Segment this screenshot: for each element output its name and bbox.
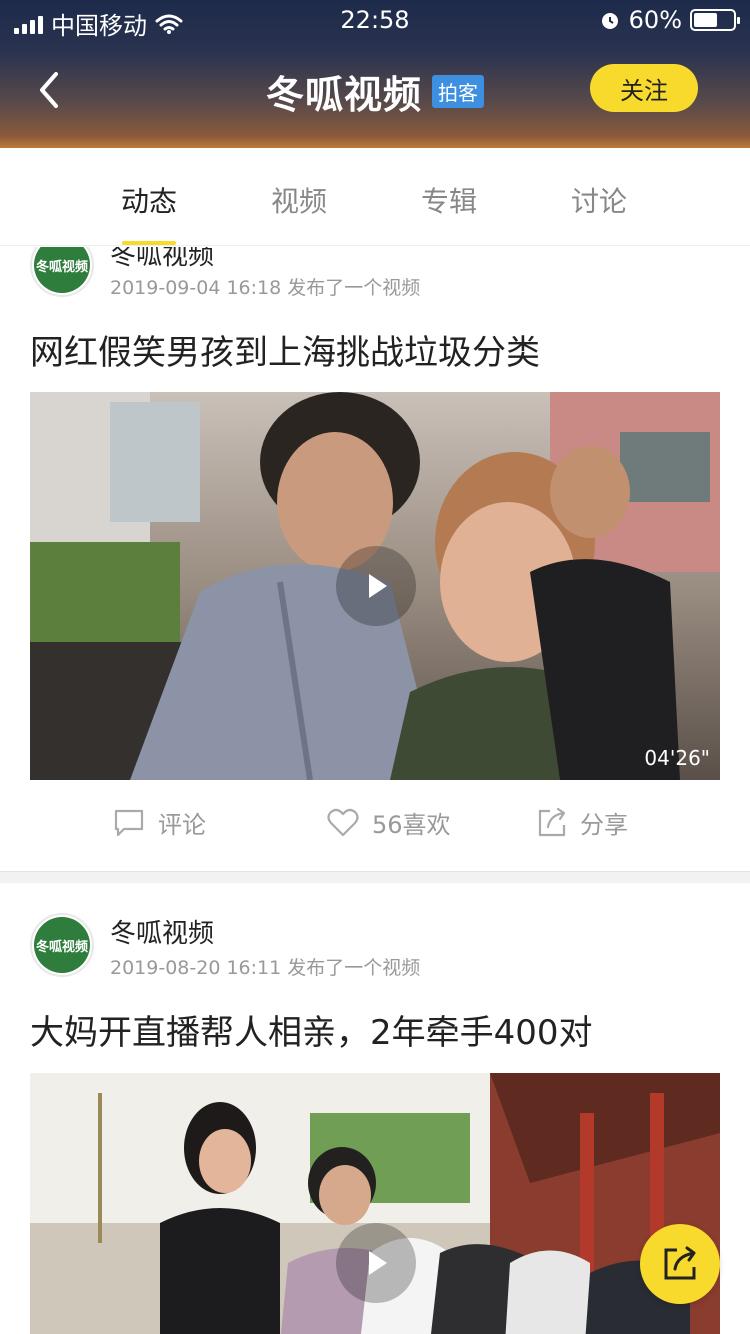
- author-name[interactable]: 冬呱视频: [110, 913, 214, 950]
- avatar[interactable]: 冬呱视频: [30, 913, 94, 977]
- tab-videos[interactable]: 视频: [224, 148, 374, 245]
- comment-button[interactable]: 评论: [112, 805, 206, 840]
- channel-tag: 拍客: [432, 75, 484, 108]
- post-card: 冬呱视频 冬呱视频 2019-09-04 16:18 发布了一个视频 网红假笑男…: [0, 247, 750, 872]
- status-right: 60%: [599, 6, 740, 34]
- tab-discussion[interactable]: 讨论: [524, 148, 674, 245]
- alarm-icon: [601, 13, 618, 29]
- post-card: 冬呱视频 冬呱视频 2019-08-20 16:11 发布了一个视频 大妈开直播…: [0, 883, 750, 1334]
- status-bar: 中国移动 22:58 60%: [0, 0, 750, 40]
- avatar-logo: 冬呱视频: [34, 247, 90, 293]
- tab-bar: 动态 视频 专辑 讨论: [0, 148, 750, 246]
- avatar[interactable]: 冬呱视频: [30, 247, 94, 297]
- play-button[interactable]: [336, 1223, 416, 1303]
- share-icon: [538, 807, 566, 836]
- comment-icon: [114, 809, 144, 836]
- post-divider: [0, 871, 750, 883]
- like-count: 56喜欢: [372, 811, 451, 839]
- page-title: 冬呱视频: [265, 73, 422, 117]
- post-title[interactable]: 大妈开直播帮人相亲，2年牵手400对: [30, 1005, 593, 1054]
- video-duration: 04'26": [644, 746, 710, 770]
- play-button[interactable]: [336, 546, 416, 626]
- video-thumbnail[interactable]: [30, 1073, 720, 1334]
- share-button[interactable]: 分享: [536, 805, 628, 840]
- battery-fill: [694, 13, 717, 27]
- comment-label: 评论: [158, 811, 206, 839]
- share-label: 分享: [580, 811, 628, 839]
- post-meta: 2019-08-20 16:11 发布了一个视频: [110, 957, 421, 979]
- feed[interactable]: 冬呱视频 冬呱视频 2019-09-04 16:18 发布了一个视频 网红假笑男…: [0, 247, 750, 1334]
- avatar-logo: 冬呱视频: [34, 917, 90, 973]
- battery-icon: [690, 9, 740, 31]
- app-header: 中国移动 22:58 60% 冬呱视频 拍客 关注: [0, 0, 750, 148]
- video-thumbnail[interactable]: 04'26": [30, 392, 720, 780]
- follow-button[interactable]: 关注: [590, 64, 698, 112]
- author-name[interactable]: 冬呱视频: [110, 247, 214, 272]
- post-title[interactable]: 网红假笑男孩到上海挑战垃圾分类: [30, 325, 540, 374]
- heart-icon: [327, 808, 359, 836]
- play-icon: [369, 1251, 387, 1275]
- post-actions: 评论 56喜欢 分享: [0, 777, 750, 867]
- tab-albums[interactable]: 专辑: [374, 148, 524, 245]
- post-meta: 2019-09-04 16:18 发布了一个视频: [110, 277, 421, 299]
- share-icon: [664, 1246, 696, 1280]
- tab-dynamics[interactable]: 动态: [74, 148, 224, 245]
- floating-share-button[interactable]: [640, 1224, 720, 1304]
- play-icon: [369, 574, 387, 598]
- like-button[interactable]: 56喜欢: [326, 805, 451, 840]
- battery-percent: 60%: [628, 6, 682, 34]
